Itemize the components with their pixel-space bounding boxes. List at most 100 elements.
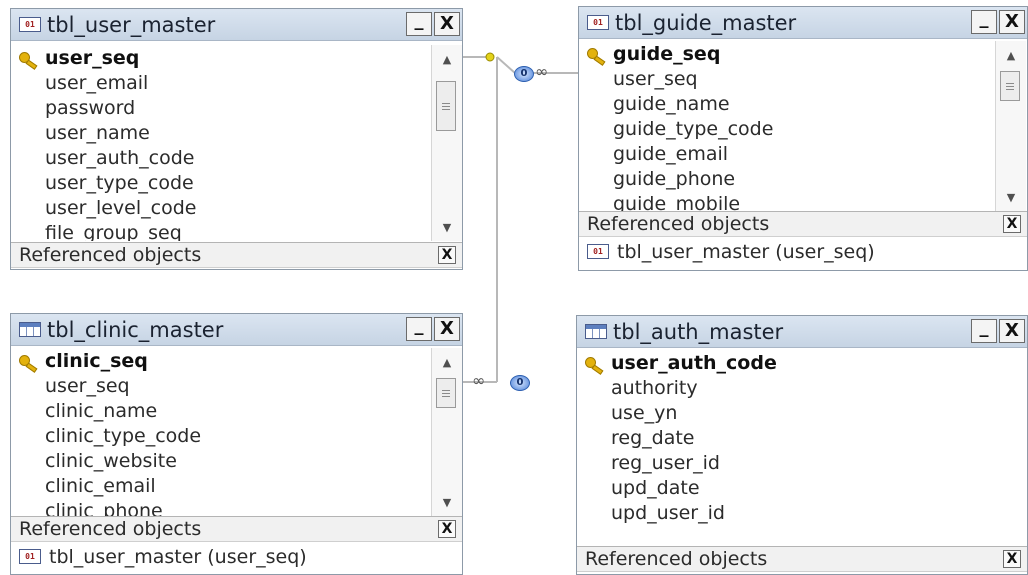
scroll-up-icon[interactable]: ▲ (996, 49, 1026, 62)
field-row[interactable]: reg_user_id (577, 450, 1028, 475)
scroll-down-icon[interactable]: ▼ (432, 221, 462, 234)
referenced-object-item[interactable]: 01 tbl_user_master (user_seq) (11, 543, 462, 570)
referenced-object-name: tbl_user_master (user_seq) (617, 240, 875, 263)
field-row[interactable]: upd_date (577, 475, 1028, 500)
field-name: user_seq (613, 67, 698, 90)
vertical-scrollbar[interactable]: ▲ ▼ (995, 41, 1026, 211)
field-row[interactable]: file_group_seq (11, 220, 431, 242)
minimize-button[interactable]: _ (971, 319, 997, 343)
close-button[interactable]: X (434, 317, 460, 341)
field-row[interactable]: reg_date (577, 425, 1028, 450)
guide-one-marker: 0 (514, 66, 534, 82)
field-row[interactable]: guide_name (579, 91, 995, 116)
field-list[interactable]: user_seq user_email password user_name u… (11, 45, 431, 241)
field-row[interactable]: user_email (11, 70, 431, 95)
table-title-bar[interactable]: 01 tbl_guide_master _ X (579, 7, 1027, 39)
referenced-objects-label: Referenced objects (587, 213, 770, 235)
field-row[interactable]: upd_user_id (577, 500, 1028, 525)
table-user-master[interactable]: 01 tbl_user_master _ X user_seq user_ema… (10, 8, 463, 270)
vertical-scrollbar[interactable]: ▲ ▼ (431, 348, 462, 516)
referenced-objects-header[interactable]: Referenced objects X (11, 516, 462, 542)
scroll-thumb[interactable] (1000, 71, 1020, 101)
scroll-up-icon[interactable]: ▲ (432, 356, 462, 369)
close-button[interactable]: X (999, 10, 1025, 34)
field-row[interactable]: clinic_seq (11, 348, 431, 373)
referenced-objects-label: Referenced objects (19, 244, 202, 266)
field-name: user_auth_code (611, 351, 777, 374)
field-row[interactable]: user_seq (11, 45, 431, 70)
referenced-objects-header[interactable]: Referenced objects X (577, 546, 1027, 572)
scroll-down-icon[interactable]: ▼ (432, 496, 462, 509)
table-reference-icon: 01 (19, 549, 41, 564)
scroll-thumb[interactable] (436, 81, 456, 131)
field-list[interactable]: user_auth_code authority use_yn reg_date… (577, 350, 1028, 540)
table-title: tbl_auth_master (613, 319, 784, 344)
table-title: tbl_clinic_master (47, 317, 224, 342)
clinic-one-marker: 0 (510, 375, 530, 391)
table-clinic-master[interactable]: tbl_clinic_master _ X clinic_seq user_se… (10, 313, 463, 575)
field-row[interactable]: clinic_phone (11, 498, 431, 517)
referenced-close-button[interactable]: X (1003, 550, 1021, 568)
field-name: guide_mobile (613, 192, 741, 212)
key-icon (19, 51, 37, 64)
scroll-down-icon[interactable]: ▼ (996, 191, 1026, 204)
close-button[interactable]: X (434, 12, 460, 36)
field-name: user_seq (45, 374, 130, 397)
minimize-button[interactable]: _ (406, 12, 432, 36)
table-title-bar[interactable]: tbl_auth_master _ X (577, 316, 1027, 348)
field-name: clinic_website (45, 449, 177, 472)
field-name: clinic_email (45, 474, 156, 497)
field-row[interactable]: user_level_code (11, 195, 431, 220)
field-name: user_level_code (45, 196, 197, 219)
field-row[interactable]: user_type_code (11, 170, 431, 195)
referenced-close-button[interactable]: X (438, 246, 456, 264)
field-row[interactable]: user_seq (579, 66, 995, 91)
table-title-bar[interactable]: 01 tbl_user_master _ X (11, 9, 462, 41)
field-row[interactable]: user_seq (11, 373, 431, 398)
field-name: upd_user_id (611, 501, 725, 524)
field-row[interactable]: password (11, 95, 431, 120)
referenced-close-button[interactable]: X (1003, 215, 1021, 233)
field-row[interactable]: guide_email (579, 141, 995, 166)
field-row[interactable]: guide_mobile (579, 191, 995, 212)
field-list[interactable]: clinic_seq user_seq clinic_name clinic_t… (11, 348, 431, 516)
clinic-many-marker: ∞ (472, 371, 486, 390)
field-name: clinic_type_code (45, 424, 202, 447)
field-row[interactable]: user_auth_code (11, 145, 431, 170)
field-row[interactable]: clinic_email (11, 473, 431, 498)
field-row[interactable]: guide_type_code (579, 116, 995, 141)
field-name: user_name (45, 121, 150, 144)
referenced-objects-header[interactable]: Referenced objects X (579, 211, 1027, 237)
field-row[interactable]: use_yn (577, 400, 1028, 425)
referenced-object-item[interactable]: 01 tbl_user_master (user_seq) (579, 238, 1027, 265)
table-title-bar[interactable]: tbl_clinic_master _ X (11, 314, 462, 346)
scroll-thumb[interactable] (436, 378, 456, 408)
field-row[interactable]: authority (577, 375, 1028, 400)
field-name: use_yn (611, 401, 678, 424)
field-row[interactable]: clinic_name (11, 398, 431, 423)
field-row[interactable]: guide_seq (579, 41, 995, 66)
field-row[interactable]: clinic_type_code (11, 423, 431, 448)
table-guide-master[interactable]: 01 tbl_guide_master _ X guide_seq user_s… (578, 6, 1028, 271)
minimize-button[interactable]: _ (971, 10, 997, 34)
user-to-guide-line (496, 56, 516, 74)
field-name: user_email (45, 71, 149, 94)
vertical-scrollbar[interactable]: ▲ ▼ (431, 45, 462, 241)
table-reference-icon: 01 (587, 15, 609, 30)
field-row[interactable]: user_name (11, 120, 431, 145)
minimize-button[interactable]: _ (406, 317, 432, 341)
table-grid-icon (19, 322, 41, 337)
field-list[interactable]: guide_seq user_seq guide_name guide_type… (579, 41, 995, 211)
field-row[interactable]: user_auth_code (577, 350, 1028, 375)
field-row[interactable]: guide_phone (579, 166, 995, 191)
link-key-dot (485, 52, 495, 62)
field-row[interactable]: clinic_website (11, 448, 431, 473)
referenced-close-button[interactable]: X (438, 520, 456, 538)
field-name: guide_seq (613, 42, 721, 65)
table-auth-master[interactable]: tbl_auth_master _ X user_auth_code autho… (576, 315, 1028, 575)
referenced-objects-header[interactable]: Referenced objects X (11, 242, 462, 268)
close-button[interactable]: X (999, 319, 1025, 343)
scroll-up-icon[interactable]: ▲ (432, 53, 462, 66)
field-name: file_group_seq (45, 221, 182, 242)
field-name: clinic_phone (45, 499, 163, 517)
